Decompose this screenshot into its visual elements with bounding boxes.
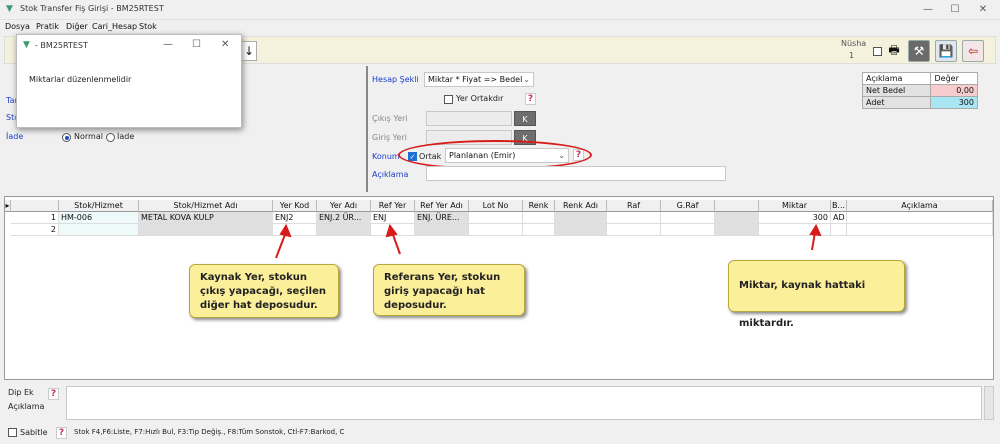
dialog-logo-icon: ▼ <box>23 40 30 50</box>
sabitle-label: Sabitle <box>20 428 48 437</box>
callout-referans-yer: Referans Yer, stokun giriş yapacağı hat … <box>373 264 525 316</box>
dialog-title-bar: ▼ - BM25RTEST — ☐ ✕ <box>17 35 241 57</box>
dip-aciklama-label: Açıklama <box>8 402 45 411</box>
shortcut-hints: Stok F4,F6:Liste, F7:Hızlı Bul, F3:Tip D… <box>74 428 345 436</box>
sabitle-checkbox[interactable] <box>8 428 17 437</box>
arrow-head-referans <box>385 223 398 238</box>
arrow-kaynak <box>275 231 287 259</box>
status-help-icon[interactable]: ? <box>56 427 67 439</box>
dip-aciklama-input[interactable] <box>66 386 982 420</box>
dialog-close-button[interactable]: ✕ <box>221 39 229 50</box>
dialog-minimize-button[interactable]: — <box>163 39 173 50</box>
callout-kaynak-yer: Kaynak Yer, stokun çıkış yapacağı, seçil… <box>189 264 339 318</box>
dip-ek-label: Dip Ek <box>8 388 34 397</box>
dip-scrollbar[interactable] <box>984 386 994 420</box>
status-bar: Sabitle ? Stok F4,F6:Liste, F7:Hızlı Bul… <box>0 424 1000 444</box>
arrow-head-miktar <box>809 223 822 237</box>
message-dialog: ▼ - BM25RTEST — ☐ ✕ Miktarlar düzenlenme… <box>16 34 242 128</box>
dialog-title: - BM25RTEST <box>35 41 88 50</box>
dip-aciklama-area: Dip Ek Açıklama ? <box>4 384 996 424</box>
callout-miktar: Miktar, kaynak hattaki miktardır. <box>728 260 905 329</box>
dialog-message: Miktarlar düzenlenmelidir <box>29 75 132 84</box>
dip-help-icon[interactable]: ? <box>48 388 59 400</box>
dialog-maximize-button[interactable]: ☐ <box>192 39 201 50</box>
arrow-head-kaynak <box>279 223 292 238</box>
